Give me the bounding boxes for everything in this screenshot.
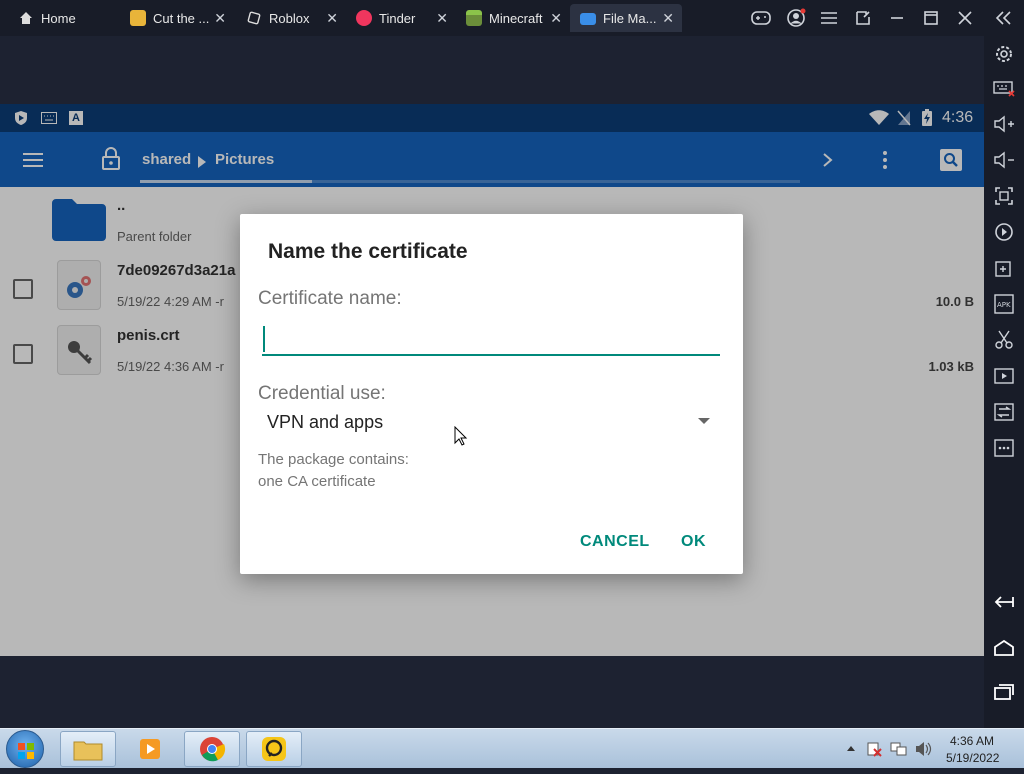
back-icon[interactable]: [992, 590, 1016, 614]
volume-up-icon[interactable]: [992, 112, 1016, 136]
scissors-icon[interactable]: [992, 328, 1016, 352]
add-window-icon[interactable]: [992, 256, 1016, 280]
home-nav-icon[interactable]: [992, 636, 1016, 660]
more-icon[interactable]: [992, 436, 1016, 460]
clock-date[interactable]: 5/19/2022: [946, 751, 999, 765]
tab-label: Cut the ...: [153, 10, 210, 26]
credential-use-value: VPN and apps: [267, 412, 384, 432]
start-button[interactable]: [6, 730, 44, 768]
explorer-taskbar-button[interactable]: [60, 731, 116, 767]
credential-use-dropdown[interactable]: VPN and apps: [262, 406, 722, 440]
tab-label: Tinder: [379, 10, 416, 26]
tab-label: File Ma...: [603, 10, 657, 26]
screenshot-icon[interactable]: [992, 184, 1016, 208]
gamepad-icon[interactable]: [750, 7, 772, 29]
speaker-icon[interactable]: [914, 741, 932, 757]
close-icon[interactable]: ✕: [326, 10, 338, 27]
tinder-icon: [356, 10, 372, 26]
windows-logo-icon: [18, 743, 34, 759]
rotate-icon[interactable]: [992, 220, 1016, 244]
close-icon[interactable]: ✕: [662, 10, 674, 27]
media-player-taskbar-button[interactable]: [122, 731, 178, 767]
minecraft-icon: [466, 10, 482, 26]
name-certificate-dialog: Name the certificate Certificate name: C…: [240, 214, 743, 574]
minimize-icon[interactable]: [886, 7, 908, 29]
certificate-name-label: Certificate name:: [258, 288, 402, 309]
menu-icon[interactable]: [818, 7, 840, 29]
package-info-line1: The package contains:: [258, 451, 409, 468]
action-center-icon[interactable]: [866, 741, 882, 757]
close-window-icon[interactable]: [954, 7, 976, 29]
mouse-cursor-icon: [454, 426, 468, 446]
package-info-line2: one CA certificate: [258, 473, 376, 490]
tab-label: Minecraft: [489, 10, 543, 26]
folder-icon: [580, 13, 596, 25]
chrome-icon: [200, 737, 226, 762]
cut-the-rope-icon: [130, 10, 146, 26]
svg-text:APK: APK: [997, 301, 1011, 309]
windows-taskbar: 4:36 AM 5/19/2022: [0, 728, 1024, 768]
record-video-icon[interactable]: [992, 364, 1016, 388]
home-icon: [20, 12, 32, 24]
apk-install-icon[interactable]: APK: [992, 292, 1016, 316]
emulator-sidebar: APK: [984, 36, 1024, 728]
close-icon[interactable]: ✕: [550, 10, 562, 27]
android-screen: A 4:36 shared Pictures .. Parent folder: [0, 104, 984, 656]
volume-down-icon[interactable]: [992, 148, 1016, 172]
network-icon[interactable]: [890, 741, 908, 757]
cancel-button[interactable]: CANCEL: [580, 533, 650, 551]
maximize-icon[interactable]: [920, 7, 942, 29]
tab-file-manager[interactable]: File Ma... ✕: [570, 4, 682, 32]
resize-icon[interactable]: [852, 7, 874, 29]
dropdown-arrow-icon: [698, 418, 710, 424]
chrome-taskbar-button[interactable]: [184, 731, 240, 767]
settings-icon[interactable]: [992, 42, 1016, 66]
recent-apps-icon[interactable]: [992, 680, 1016, 704]
emulator-tab-bar: Home Cut the ... ✕ Roblox ✕ Tinder ✕ Min…: [0, 0, 1024, 36]
ldplayer-taskbar-button[interactable]: [246, 731, 302, 767]
media-player-icon: [140, 739, 160, 759]
tab-cut-the-rope[interactable]: Cut the ... ✕: [130, 4, 234, 32]
clock-time[interactable]: 4:36 AM: [950, 734, 994, 748]
text-caret: [263, 326, 265, 352]
ok-button[interactable]: OK: [681, 533, 706, 551]
ldplayer-icon: [262, 737, 286, 761]
dialog-title: Name the certificate: [268, 240, 468, 263]
certificate-name-input[interactable]: [262, 320, 720, 356]
keyboard-mapping-icon[interactable]: [992, 76, 1016, 100]
tab-roblox[interactable]: Roblox ✕: [246, 4, 346, 32]
roblox-icon: [247, 11, 261, 25]
folder-icon: [73, 741, 103, 761]
tab-home[interactable]: Home: [18, 4, 118, 32]
collapse-sidebar-icon[interactable]: [992, 7, 1014, 29]
close-icon[interactable]: ✕: [214, 10, 226, 27]
tab-tinder[interactable]: Tinder ✕: [356, 4, 456, 32]
sync-icon[interactable]: [992, 400, 1016, 424]
tab-label: Home: [41, 10, 76, 26]
show-hidden-icons-icon[interactable]: [846, 744, 856, 752]
tab-minecraft[interactable]: Minecraft ✕: [466, 4, 570, 32]
tab-label: Roblox: [269, 10, 310, 26]
account-icon[interactable]: [785, 7, 807, 29]
close-icon[interactable]: ✕: [436, 10, 448, 27]
credential-use-label: Credential use:: [258, 383, 386, 404]
